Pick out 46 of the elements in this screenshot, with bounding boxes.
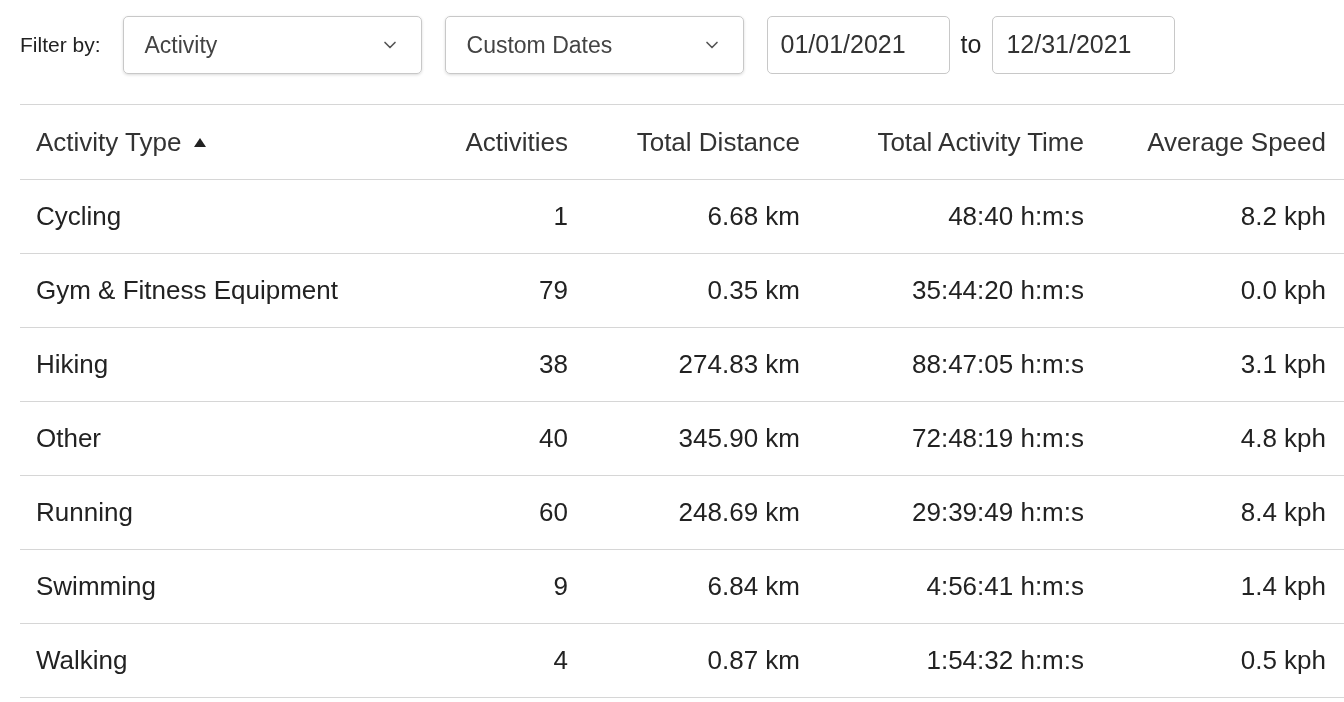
table-cell-text: 274.83 km [678, 348, 800, 381]
table-cell-text: 35:44:20 h:m:s [912, 274, 1084, 307]
column-header[interactable]: Average Speed [1147, 122, 1326, 162]
column-header[interactable]: Total Activity Time [877, 122, 1084, 162]
table-cell-text: 79 [539, 274, 568, 307]
table-cell-text: 0.5 kph [1240, 644, 1326, 677]
table-cell-text: Gym & Fitness Equipment [36, 274, 338, 307]
table-cell-text: 38 [539, 348, 568, 381]
table-cell-text: 0.87 km [707, 644, 800, 677]
table-cell-text: 6.68 km [707, 200, 800, 233]
table-cell-text: Running [36, 496, 133, 529]
table-cell-text: 4 [553, 644, 568, 677]
table-cell-text: 8.2 kph [1240, 200, 1326, 233]
column-header[interactable]: Activity Type [36, 122, 182, 162]
table-cell-text: Walking [36, 644, 128, 677]
table-cell-text: 4.8 kph [1240, 422, 1326, 455]
table-cell-text: 3.1 kph [1240, 348, 1326, 381]
table-cell-text: 4:56:41 h:m:s [926, 570, 1084, 603]
table-cell-text: 29:39:49 h:m:s [912, 496, 1084, 529]
date-input[interactable]: 12/31/2021 [992, 16, 1176, 74]
table-cell-text: 9 [553, 570, 568, 603]
table-cell-text: 1.4 kph [1240, 570, 1326, 603]
table-cell-text: 345.90 km [678, 422, 800, 455]
dropdown-select[interactable]: Activity [122, 16, 422, 74]
table-cell-text: 60 [539, 496, 568, 529]
table-cell-text: Cycling [36, 200, 122, 233]
table-cell-text: 0.0 kph [1240, 274, 1326, 307]
table-cell-text: 0.35 km [707, 274, 800, 307]
table-cell-text: 48:40 h:m:s [948, 200, 1084, 233]
table-cell-text: 1:54:32 h:m:s [926, 644, 1084, 677]
date-input[interactable]: 01/01/2021 [766, 16, 950, 74]
table-cell-text: 8.4 kph [1240, 496, 1326, 529]
table-cell-text: 6.84 km [707, 570, 800, 603]
table-cell-text: Other [36, 422, 102, 455]
table-cell-text: 88:47:05 h:m:s [912, 348, 1084, 381]
range-separator: to [960, 29, 982, 61]
table-cell-text: 1 [553, 200, 568, 233]
table-cell-text: Swimming [36, 570, 156, 603]
column-header[interactable]: Total Distance [636, 122, 800, 162]
table-cell-text: 72:48:19 h:m:s [912, 422, 1084, 455]
dropdown-select[interactable]: Custom Dates [444, 16, 744, 74]
filter-label: Filter by: [20, 32, 101, 59]
column-header[interactable]: Activities [465, 122, 568, 162]
table-cell-text: Hiking [36, 348, 109, 381]
table-cell-text: 248.69 km [678, 496, 800, 529]
table-cell-text: 40 [539, 422, 568, 455]
